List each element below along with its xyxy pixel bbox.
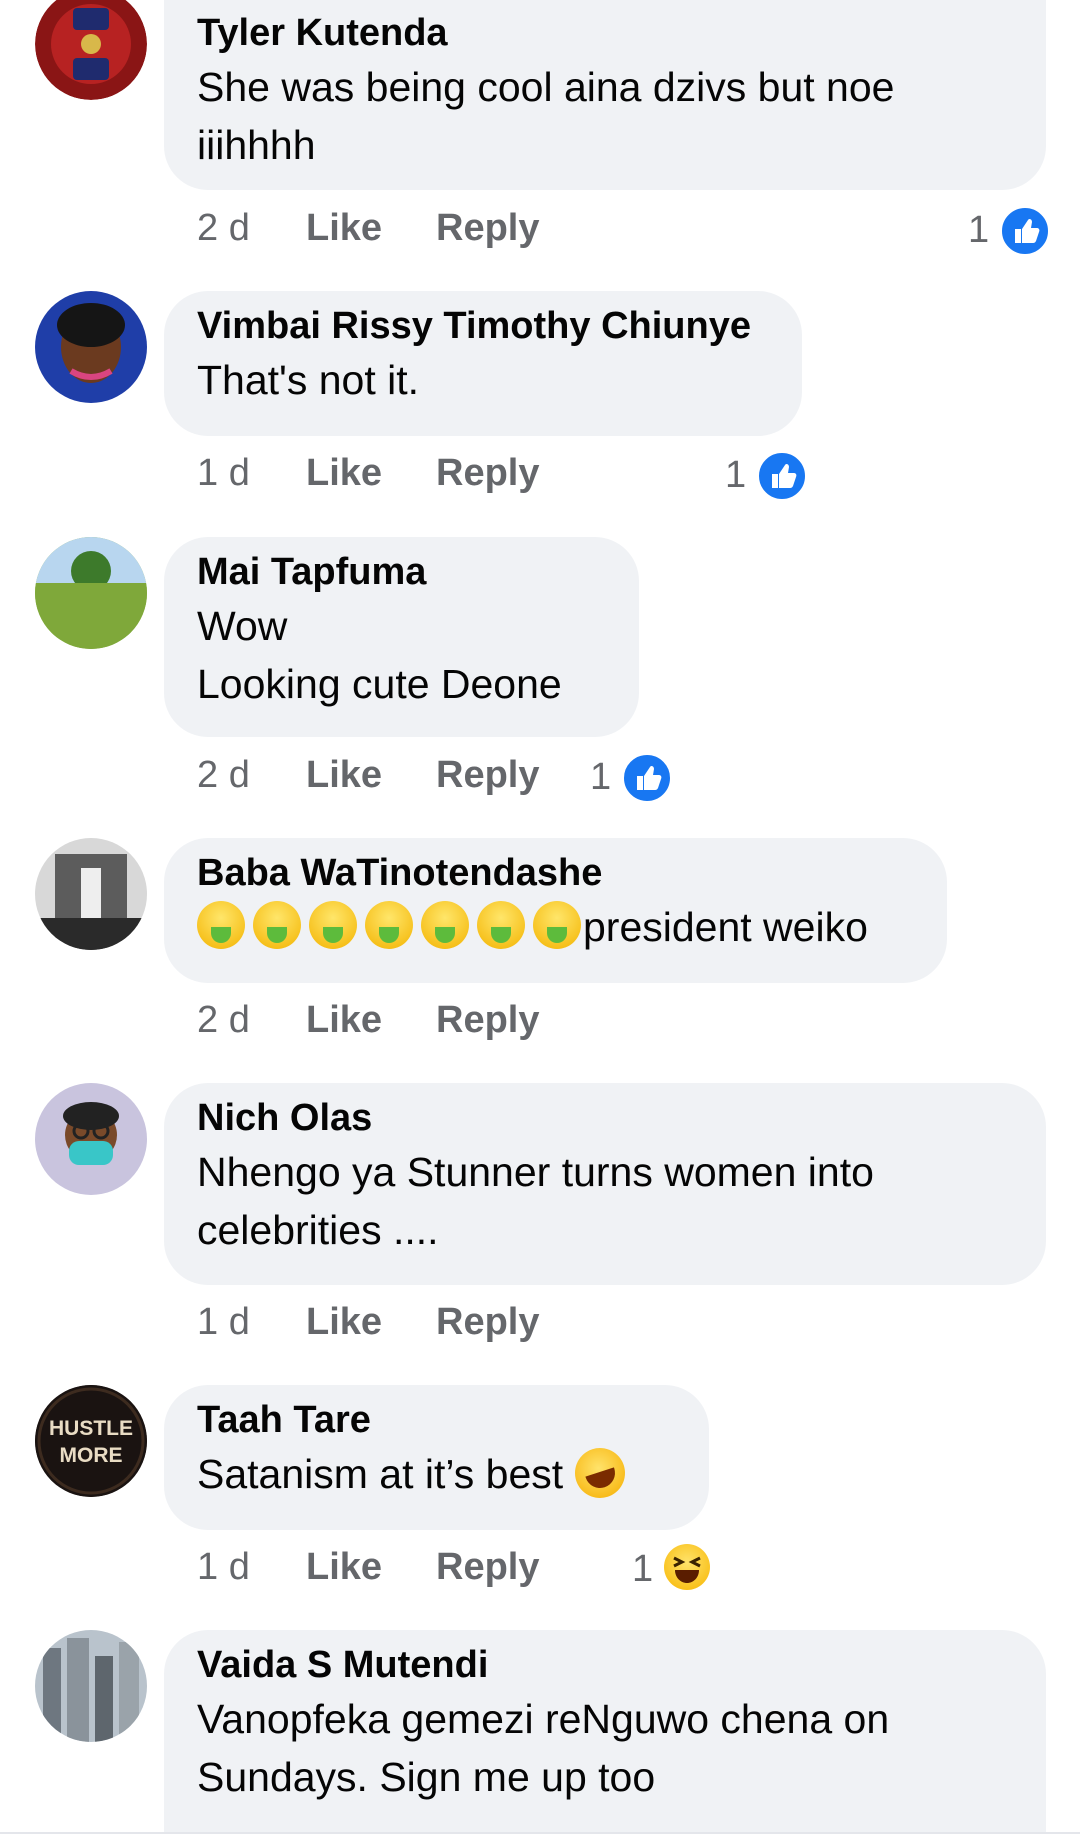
comment-line: She was being cool aina dzivs but noe [197, 64, 895, 110]
nauseated-face-icon [197, 901, 245, 949]
comment-author[interactable]: Mai Tapfuma [197, 547, 605, 597]
comment-bubble: Nich Olas Nhengo ya Stunner turns women … [164, 1083, 1046, 1285]
avatar[interactable]: HUSTLE MORE [35, 1385, 147, 1497]
avatar[interactable] [35, 1083, 147, 1195]
haha-icon [664, 1544, 710, 1590]
comment-line: Vanopfeka gemezi reNguwo chena on [197, 1696, 890, 1742]
reaction-summary[interactable]: 1 [590, 752, 673, 804]
comment-line: Looking cute Deone [197, 661, 562, 707]
comment-line: president weiko [583, 904, 868, 950]
comment-text: Vanopfeka gemezi reNguwo chena on Sunday… [197, 1690, 1012, 1806]
like-button[interactable]: Like [306, 452, 382, 495]
comment-text: Nhengo ya Stunner turns women into celeb… [197, 1143, 1012, 1259]
reaction-summary[interactable]: 1 [725, 450, 808, 502]
comment-line: Wow [197, 603, 288, 649]
like-icon [756, 450, 808, 502]
reaction-summary[interactable]: 1 [968, 205, 1051, 257]
comment-bubble: Tyler Kutenda She was being cool aina dz… [164, 0, 1046, 190]
comment-text: That's not it. [197, 351, 768, 409]
comment-time[interactable]: 2 d [197, 999, 250, 1042]
comment-bubble: Taah Tare Satanism at it’s best [164, 1385, 709, 1530]
like-button[interactable]: Like [306, 999, 382, 1042]
avatar[interactable] [35, 0, 147, 100]
comment-bubble: Baba WaTinotendashe president weiko [164, 838, 947, 983]
like-icon [999, 205, 1051, 257]
nauseated-face-icon [533, 901, 581, 949]
nauseated-face-icon [477, 901, 525, 949]
avatar-logo-text: HUSTLE [49, 1417, 133, 1440]
reaction-count: 1 [632, 1548, 654, 1590]
avatar[interactable] [35, 291, 147, 403]
comment-author[interactable]: Tyler Kutenda [197, 8, 1012, 58]
reply-button[interactable]: Reply [436, 1546, 539, 1589]
comment-line: Sundays. Sign me up too [197, 1754, 656, 1800]
comment-line: iiihhhh [197, 122, 316, 168]
laughing-face-icon [568, 1441, 632, 1505]
like-button[interactable]: Like [306, 754, 382, 797]
comment-text: Wow Looking cute Deone [197, 597, 605, 713]
like-button[interactable]: Like [306, 1546, 382, 1589]
comment-line: That's not it. [197, 357, 420, 403]
comment-text: Satanism at it’s best [197, 1441, 675, 1505]
comment-author[interactable]: Nich Olas [197, 1093, 1012, 1143]
avatar[interactable] [35, 838, 147, 950]
nauseated-face-icon [365, 901, 413, 949]
nauseated-face-icon [421, 901, 469, 949]
reaction-count: 1 [590, 756, 612, 798]
comment-author[interactable]: Vimbai Rissy Timothy Chiunye [197, 301, 768, 351]
comment-time[interactable]: 1 d [197, 452, 250, 495]
like-button[interactable]: Like [306, 1301, 382, 1344]
comment-time[interactable]: 2 d [197, 207, 250, 250]
comment-time[interactable]: 2 d [197, 754, 250, 797]
comment-bubble: Vaida S Mutendi Vanopfeka gemezi reNguwo… [164, 1630, 1046, 1834]
comment-text: She was being cool aina dzivs but noe ii… [197, 58, 1012, 174]
like-button[interactable]: Like [306, 207, 382, 250]
reaction-count: 1 [725, 454, 747, 496]
avatar-logo-text: MORE [60, 1444, 123, 1467]
comment-author[interactable]: Vaida S Mutendi [197, 1640, 1012, 1690]
comment-bubble: Mai Tapfuma Wow Looking cute Deone [164, 537, 639, 737]
nauseated-face-icon [309, 901, 357, 949]
avatar[interactable] [35, 1630, 147, 1742]
avatar[interactable] [35, 537, 147, 649]
comment-time[interactable]: 1 d [197, 1546, 250, 1589]
like-icon [621, 752, 673, 804]
reply-button[interactable]: Reply [436, 1301, 539, 1344]
comment-author[interactable]: Taah Tare [197, 1395, 675, 1445]
reaction-summary[interactable]: 1 [632, 1544, 712, 1594]
comment-line: Nhengo ya Stunner turns women into [197, 1149, 874, 1195]
comment-bubble: Vimbai Rissy Timothy Chiunye That's not … [164, 291, 802, 436]
reply-button[interactable]: Reply [436, 999, 539, 1042]
reply-button[interactable]: Reply [436, 452, 539, 495]
comment-line: celebrities .... [197, 1207, 439, 1253]
comment-text: president weiko [197, 898, 913, 956]
comment-time[interactable]: 1 d [197, 1301, 250, 1344]
reaction-count: 1 [968, 209, 990, 251]
reply-button[interactable]: Reply [436, 207, 539, 250]
reply-button[interactable]: Reply [436, 754, 539, 797]
nauseated-face-icon [253, 901, 301, 949]
comment-line: Satanism at it’s best [197, 1451, 564, 1497]
comment-author[interactable]: Baba WaTinotendashe [197, 848, 913, 898]
